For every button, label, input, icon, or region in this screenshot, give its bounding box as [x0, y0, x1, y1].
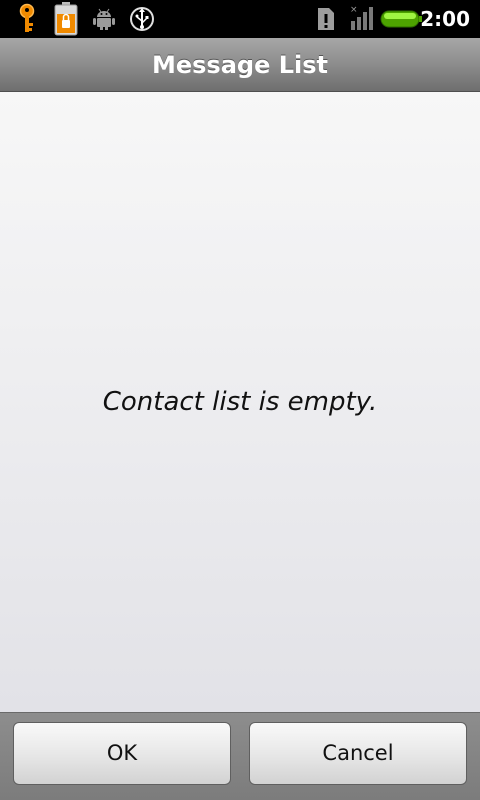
- signal-icon: ×: [348, 4, 376, 36]
- message-list-content: Contact list is empty.: [0, 92, 480, 712]
- empty-list-message: Contact list is empty.: [102, 387, 378, 417]
- page-title: Message List: [151, 51, 328, 79]
- clock: 2:00: [420, 7, 470, 31]
- status-bar: × 2:00: [0, 0, 480, 38]
- battery-lock-icon: [54, 2, 78, 40]
- battery-icon: [380, 10, 422, 32]
- cancel-button[interactable]: Cancel: [249, 722, 467, 785]
- key-icon: [14, 3, 40, 39]
- title-bar: Message List: [0, 38, 480, 92]
- ok-button[interactable]: OK: [13, 722, 231, 785]
- svg-text:×: ×: [350, 5, 358, 15]
- screen: × 2:00 Message List Contact list is empt…: [0, 0, 480, 800]
- button-bar: OK Cancel: [0, 712, 480, 800]
- sd-card-warning-icon: [314, 7, 336, 35]
- android-debug-icon: [92, 7, 116, 35]
- usb-icon: [129, 5, 155, 37]
